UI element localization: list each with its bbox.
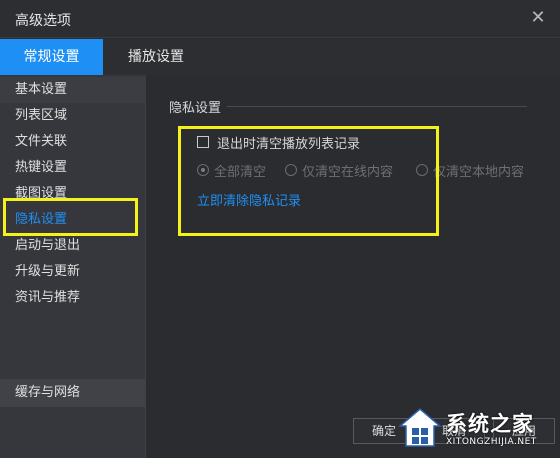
radio-button[interactable] [416,164,428,176]
sidebar-item-file-association[interactable]: 文件关联 [0,129,146,155]
clear-privacy-link[interactable]: 立即清除隐私记录 [197,190,301,209]
sidebar-item-privacy[interactable]: 隐私设置 [0,207,146,233]
window-title: 高级选项 [15,13,71,29]
sidebar-item-screenshot[interactable]: 截图设置 [0,181,146,207]
checkbox-label: 退出时清空播放列表记录 [217,136,361,152]
sidebar-item-hotkeys[interactable]: 热键设置 [0,155,146,181]
tab-bar: 常规设置 播放设置 [0,39,560,75]
close-icon[interactable]: ✕ [528,8,548,28]
sidebar-item-update[interactable]: 升级与更新 [0,259,146,285]
radio-button[interactable] [197,164,209,176]
sidebar-item-list-area[interactable]: 列表区域 [0,103,146,129]
radio-label: 仅清空本地内容 [433,164,525,180]
radio-clear-local[interactable]: 仅清空本地内容 [416,161,525,180]
house-logo-icon [398,408,442,447]
sidebar-item-basic[interactable]: 基本设置 [0,77,146,103]
clear-playlist-on-exit-checkbox[interactable]: 退出时清空播放列表记录 [197,133,361,152]
section-divider [227,106,527,107]
watermark-url: XITONGZHIJIA.NET [446,437,537,447]
radio-label: 全部清空 [214,164,267,180]
radio-clear-all[interactable]: 全部清空 [197,161,267,180]
watermark: 系统之家 XITONGZHIJIA.NET [398,402,560,458]
radio-clear-online[interactable]: 仅清空在线内容 [285,161,394,180]
tab-general-settings[interactable]: 常规设置 [0,39,103,75]
sidebar: 基本设置 列表区域 文件关联 热键设置 截图设置 隐私设置 启动与退出 升级与更… [0,75,146,458]
checkbox-box[interactable] [197,136,209,148]
sidebar-item-startup-exit[interactable]: 启动与退出 [0,233,146,259]
radio-label: 仅清空在线内容 [302,164,394,180]
sidebar-item-cache-network[interactable]: 缓存与网络 [0,379,146,407]
sidebar-item-news[interactable]: 资讯与推荐 [0,285,146,311]
title-bar: 高级选项 ✕ [0,0,560,38]
radio-button[interactable] [285,164,297,176]
watermark-title: 系统之家 [446,412,534,436]
tab-playback-settings[interactable]: 播放设置 [103,39,209,75]
section-title: 隐私设置 [169,101,222,116]
privacy-settings-panel: 隐私设置 退出时清空播放列表记录 全部清空 仅清空在线内容 仅清空本地内容 立即… [147,75,560,458]
